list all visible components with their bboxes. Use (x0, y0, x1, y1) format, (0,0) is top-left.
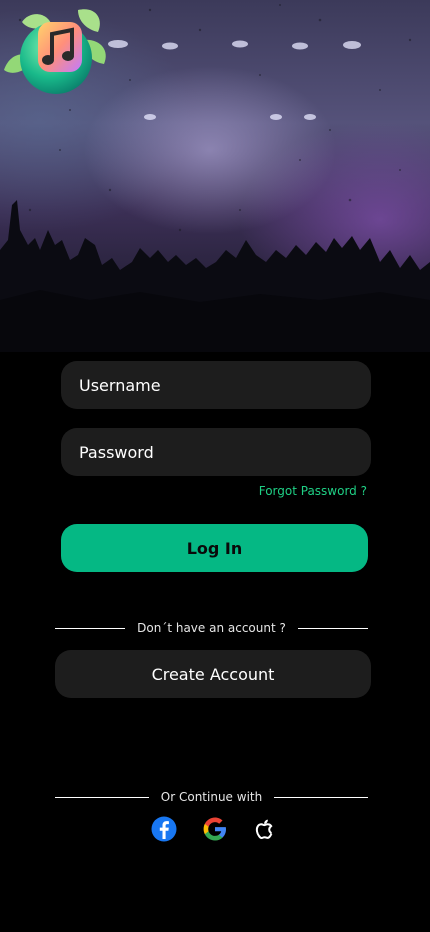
facebook-icon[interactable] (150, 815, 178, 843)
social-login-row (150, 815, 280, 845)
divider-line (55, 627, 126, 629)
create-account-button[interactable]: Create Account (55, 650, 371, 698)
username-field[interactable] (61, 361, 371, 409)
hero-concert-image (0, 0, 430, 352)
divider-line (274, 796, 368, 798)
login-button[interactable]: Log In (61, 524, 368, 572)
signup-divider: Don´t have an account ? (55, 620, 369, 636)
forgot-password-link[interactable]: Forgot Password ? (259, 484, 367, 498)
password-input[interactable] (79, 442, 353, 462)
divider-line (55, 796, 149, 798)
signup-divider-text: Don´t have an account ? (137, 621, 286, 635)
create-account-label: Create Account (151, 664, 275, 684)
app-logo-icon (4, 9, 106, 94)
password-field[interactable] (61, 428, 371, 476)
google-icon[interactable] (201, 815, 229, 843)
login-button-label: Log In (186, 538, 243, 558)
social-divider: Or Continue with (55, 789, 368, 805)
username-input[interactable] (79, 375, 353, 395)
apple-icon[interactable] (250, 815, 278, 843)
social-divider-text: Or Continue with (160, 790, 263, 804)
divider-line (297, 627, 369, 629)
